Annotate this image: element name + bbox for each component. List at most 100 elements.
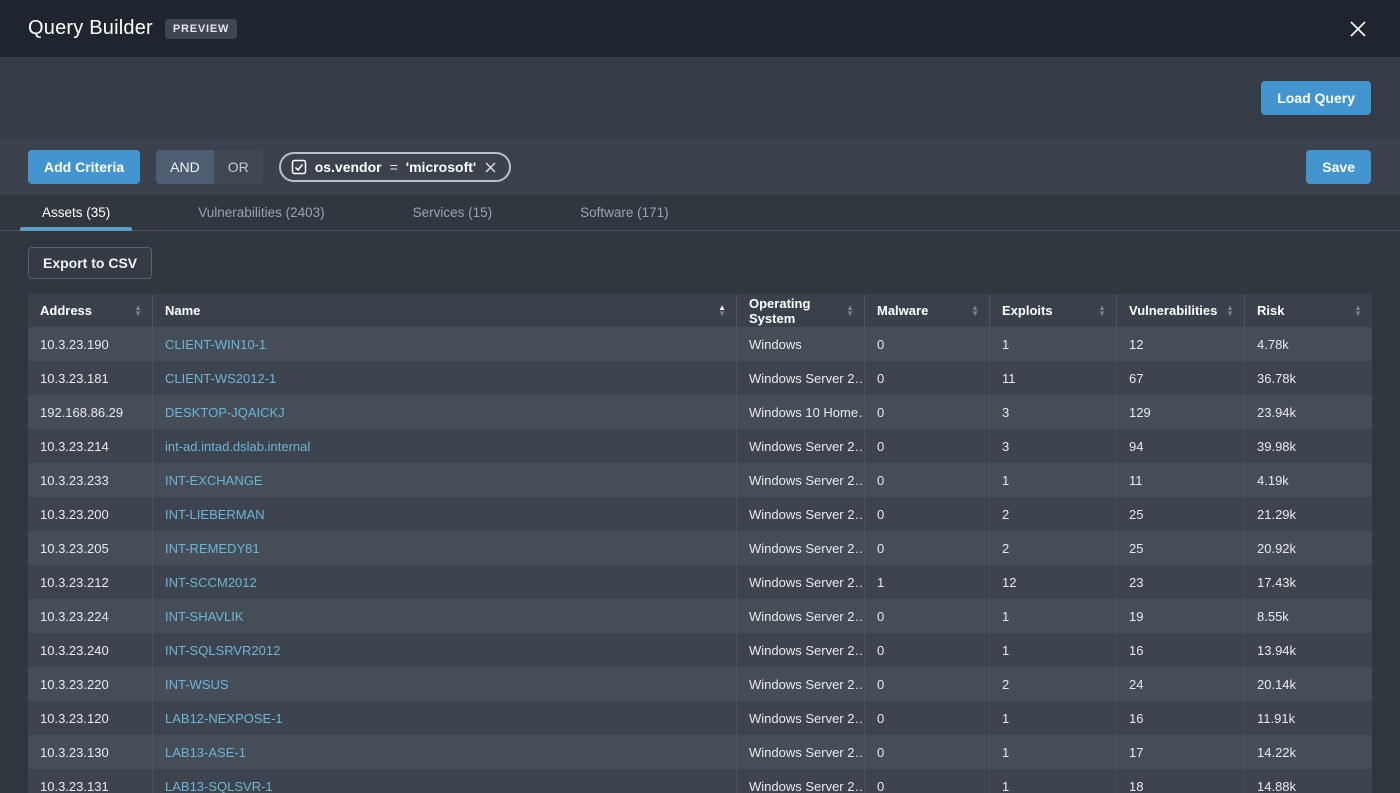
filter-bar: Add Criteria AND OR os.vendor = 'microso… [0, 139, 1400, 195]
cell-exploits: 11 [990, 361, 1117, 395]
query-canvas: Load Query [0, 57, 1400, 139]
cell-exploits: 2 [990, 497, 1117, 531]
tab-assets[interactable]: Assets (35) [20, 195, 132, 230]
sort-icon[interactable]: ▲▼ [971, 305, 979, 317]
tab-services[interactable]: Services (15) [391, 195, 515, 230]
cell-name: INT-LIEBERMAN [153, 497, 737, 531]
cell-risk: 20.14k [1245, 667, 1372, 701]
table-row: 10.3.23.130LAB13-ASE-1Windows Server 2…0… [28, 735, 1372, 769]
cell-name: LAB13-SQLSVR-1 [153, 769, 737, 793]
remove-criteria-icon[interactable] [484, 161, 497, 174]
asset-name-link[interactable]: INT-SCCM2012 [165, 575, 257, 590]
sort-icon[interactable]: ▲▼ [134, 305, 142, 317]
checkbox-checked-icon[interactable] [291, 159, 307, 175]
cell-name: INT-WSUS [153, 667, 737, 701]
cell-vulnerabilities: 24 [1117, 667, 1245, 701]
cell-address: 192.168.86.29 [28, 395, 153, 429]
asset-name-link[interactable]: INT-SQLSRVR2012 [165, 643, 280, 658]
cell-address: 10.3.23.214 [28, 429, 153, 463]
cell-malware: 0 [865, 429, 990, 463]
column-header-vulnerabilities[interactable]: Vulnerabilities▲▼ [1117, 294, 1245, 327]
asset-name-link[interactable]: INT-WSUS [165, 677, 229, 692]
close-icon[interactable] [1344, 15, 1372, 43]
table-row: 10.3.23.120LAB12-NEXPOSE-1Windows Server… [28, 701, 1372, 735]
column-header-risk[interactable]: Risk ▲▼ [1245, 294, 1372, 327]
tab-software[interactable]: Software (171) [558, 195, 691, 230]
column-header-name[interactable]: Name▲▼ [153, 294, 737, 327]
add-criteria-button[interactable]: Add Criteria [28, 150, 140, 184]
save-button[interactable]: Save [1306, 150, 1371, 184]
and-toggle[interactable]: AND [156, 150, 214, 184]
cell-risk: 8.55k [1245, 599, 1372, 633]
asset-name-link[interactable]: LAB12-NEXPOSE-1 [165, 711, 283, 726]
sort-icon[interactable]: ▲▼ [1098, 305, 1106, 317]
sort-icon[interactable]: ▲▼ [1354, 305, 1362, 317]
cell-exploits: 1 [990, 633, 1117, 667]
result-tabs: Assets (35) Vulnerabilities (2403) Service… [0, 195, 1400, 231]
cell-address: 10.3.23.200 [28, 497, 153, 531]
title-bar: Query Builder PREVIEW [0, 0, 1400, 57]
sort-icon[interactable]: ▲▼ [846, 305, 854, 317]
cell-vulnerabilities: 25 [1117, 531, 1245, 565]
table-row: 10.3.23.212INT-SCCM2012Windows Server 2…… [28, 565, 1372, 599]
cell-vulnerabilities: 94 [1117, 429, 1245, 463]
table-row: 10.3.23.190CLIENT-WIN10-1Windows01124.78… [28, 327, 1372, 361]
cell-name: INT-SQLSRVR2012 [153, 633, 737, 667]
cell-os: Windows Server 2… [737, 429, 865, 463]
criteria-chip[interactable]: os.vendor = 'microsoft' [279, 152, 512, 182]
asset-name-link[interactable]: INT-EXCHANGE [165, 473, 263, 488]
asset-name-link[interactable]: INT-SHAVLIK [165, 609, 244, 624]
cell-vulnerabilities: 23 [1117, 565, 1245, 599]
cell-malware: 0 [865, 463, 990, 497]
cell-malware: 0 [865, 361, 990, 395]
cell-risk: 17.43k [1245, 565, 1372, 599]
cell-os: Windows Server 2… [737, 531, 865, 565]
cell-malware: 0 [865, 735, 990, 769]
column-label: Risk [1257, 303, 1284, 318]
sort-icon[interactable]: ▲▼ [718, 305, 726, 317]
asset-name-link[interactable]: LAB13-ASE-1 [165, 745, 246, 760]
export-to-csv-button[interactable]: Export to CSV [28, 247, 152, 279]
asset-name-link[interactable]: CLIENT-WS2012-1 [165, 371, 276, 386]
cell-vulnerabilities: 25 [1117, 497, 1245, 531]
column-label: Address [40, 303, 92, 318]
asset-name-link[interactable]: int-ad.intad.dslab.internal [165, 439, 310, 454]
criteria-value: 'microsoft' [406, 159, 476, 175]
cell-vulnerabilities: 11 [1117, 463, 1245, 497]
asset-name-link[interactable]: LAB13-SQLSVR-1 [165, 779, 273, 793]
cell-exploits: 1 [990, 327, 1117, 361]
table-row: 10.3.23.233INT-EXCHANGEWindows Server 2…… [28, 463, 1372, 497]
column-header-os[interactable]: Operating System▲▼ [737, 294, 865, 327]
tab-vulnerabilities[interactable]: Vulnerabilities (2403) [176, 195, 346, 230]
load-query-button[interactable]: Load Query [1261, 81, 1371, 115]
column-header-malware[interactable]: Malware▲▼ [865, 294, 990, 327]
cell-exploits: 1 [990, 769, 1117, 793]
asset-name-link[interactable]: INT-REMEDY81 [165, 541, 260, 556]
cell-risk: 4.19k [1245, 463, 1372, 497]
column-header-address[interactable]: Address ▲▼ [28, 294, 153, 327]
table-header-row: Address▲▼Name▲▼Operating System▲▼Malware… [28, 294, 1372, 327]
cell-risk: 39.98k [1245, 429, 1372, 463]
asset-name-link[interactable]: INT-LIEBERMAN [165, 507, 265, 522]
or-toggle[interactable]: OR [214, 150, 263, 184]
cell-exploits: 1 [990, 701, 1117, 735]
cell-exploits: 3 [990, 395, 1117, 429]
sort-icon[interactable]: ▲▼ [1226, 305, 1234, 317]
table-row: 10.3.23.240INT-SQLSRVR2012Windows Server… [28, 633, 1372, 667]
asset-name-link[interactable]: CLIENT-WIN10-1 [165, 337, 266, 352]
cell-name: LAB13-ASE-1 [153, 735, 737, 769]
cell-malware: 0 [865, 769, 990, 793]
cell-os: Windows Server 2… [737, 769, 865, 793]
cell-vulnerabilities: 12 [1117, 327, 1245, 361]
column-header-exploits[interactable]: Exploits▲▼ [990, 294, 1117, 327]
asset-name-link[interactable]: DESKTOP-JQAICKJ [165, 405, 285, 420]
cell-address: 10.3.23.220 [28, 667, 153, 701]
cell-risk: 13.94k [1245, 633, 1372, 667]
cell-risk: 11.91k [1245, 701, 1372, 735]
cell-exploits: 1 [990, 735, 1117, 769]
table-row: 10.3.23.205INT-REMEDY81Windows Server 2…… [28, 531, 1372, 565]
cell-vulnerabilities: 129 [1117, 395, 1245, 429]
table-row: 10.3.23.224INT-SHAVLIKWindows Server 2…0… [28, 599, 1372, 633]
table-row: 10.3.23.220INT-WSUSWindows Server 2…0224… [28, 667, 1372, 701]
cell-vulnerabilities: 16 [1117, 633, 1245, 667]
